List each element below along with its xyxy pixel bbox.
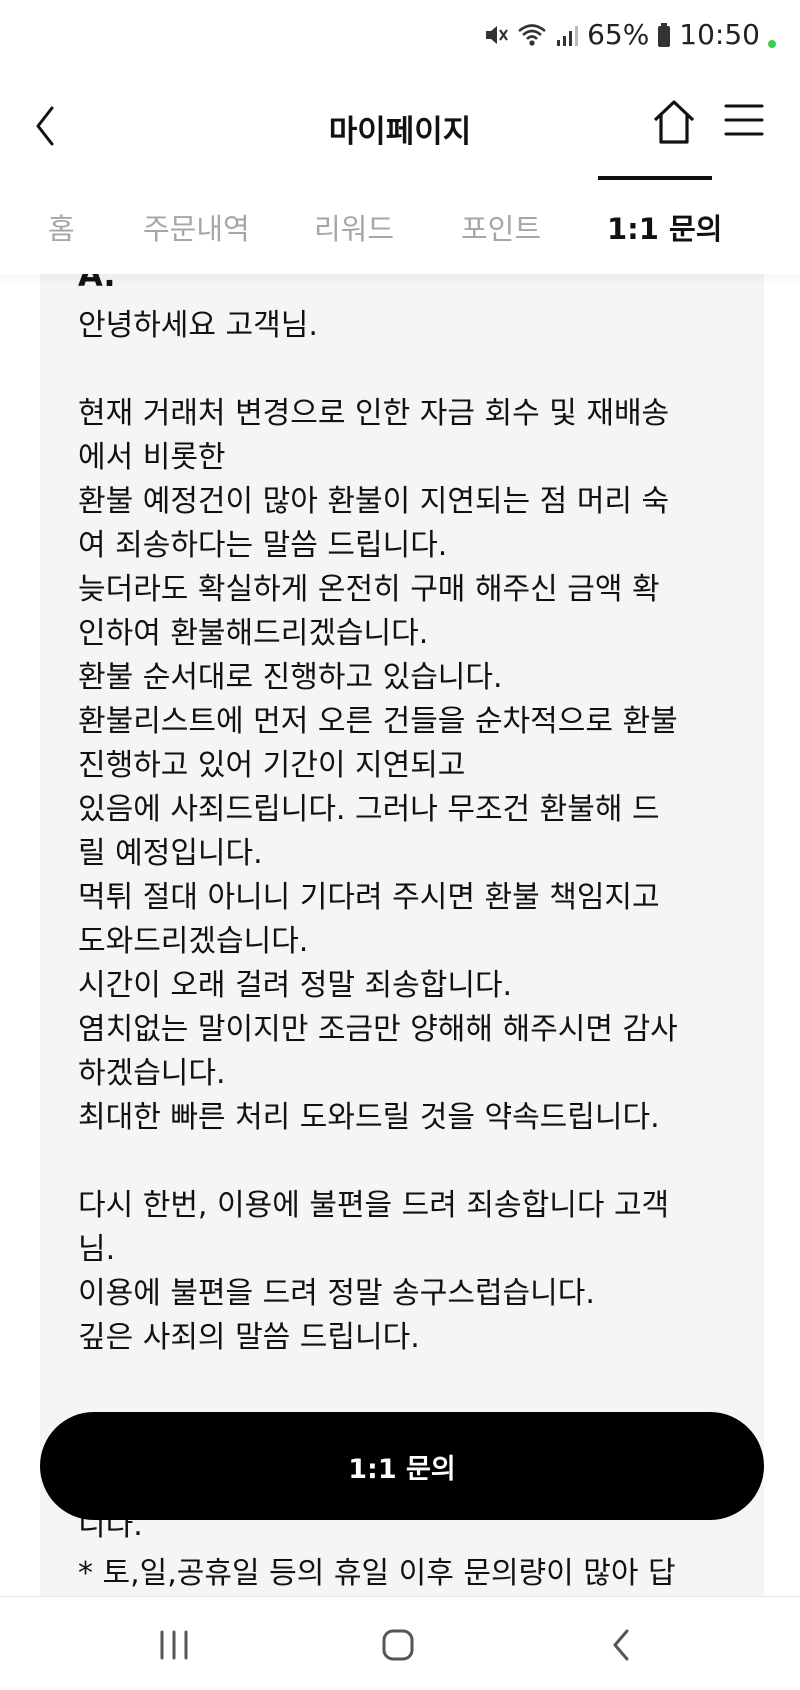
recent-apps-icon: [160, 1630, 188, 1660]
signal-icon: [555, 23, 579, 47]
back-nav-icon: [613, 1629, 629, 1661]
tab-home[interactable]: 홈: [48, 206, 75, 248]
clock: 10:50: [679, 18, 760, 51]
home-button[interactable]: [650, 96, 698, 148]
app-header: 마이페이지: [0, 76, 800, 176]
tab-points[interactable]: 포인트: [461, 206, 541, 248]
home-icon: [653, 100, 695, 144]
answer-marker: A.: [78, 274, 116, 294]
battery-icon: [657, 22, 671, 48]
answer-body: 안녕하세요 고객님. 현재 거래처 변경으로 인한 자금 회수 및 재배송 에서…: [78, 308, 678, 1355]
home-nav-icon: [382, 1629, 414, 1661]
answer-panel: A. 안녕하세요 고객님. 현재 거래처 변경으로 인한 자금 회수 및 재배송…: [40, 274, 764, 1596]
tab-bar: 홈 주문내역 리워드 포인트 1:1 문의: [0, 176, 800, 274]
status-bar: 65% 10:50: [0, 0, 800, 76]
wifi-icon: [517, 22, 547, 48]
tab-rewards[interactable]: 리워드: [314, 206, 394, 248]
status-icons: 65% 10:50: [483, 18, 776, 51]
hamburger-menu-icon: [724, 104, 764, 136]
menu-button[interactable]: [722, 98, 766, 142]
system-nav-bar: [0, 1596, 800, 1690]
back-nav-button[interactable]: [592, 1617, 652, 1673]
privacy-indicator-dot: [768, 39, 776, 48]
tab-inquiry[interactable]: 1:1 문의: [607, 206, 722, 248]
recent-apps-button[interactable]: [144, 1617, 204, 1673]
active-tab-indicator: [598, 176, 712, 180]
home-nav-button[interactable]: [368, 1617, 428, 1673]
inquiry-button[interactable]: 1:1 문의: [40, 1412, 764, 1520]
battery-percent: 65%: [587, 18, 650, 51]
tab-orders[interactable]: 주문내역: [143, 206, 250, 248]
mute-icon: [483, 22, 509, 48]
